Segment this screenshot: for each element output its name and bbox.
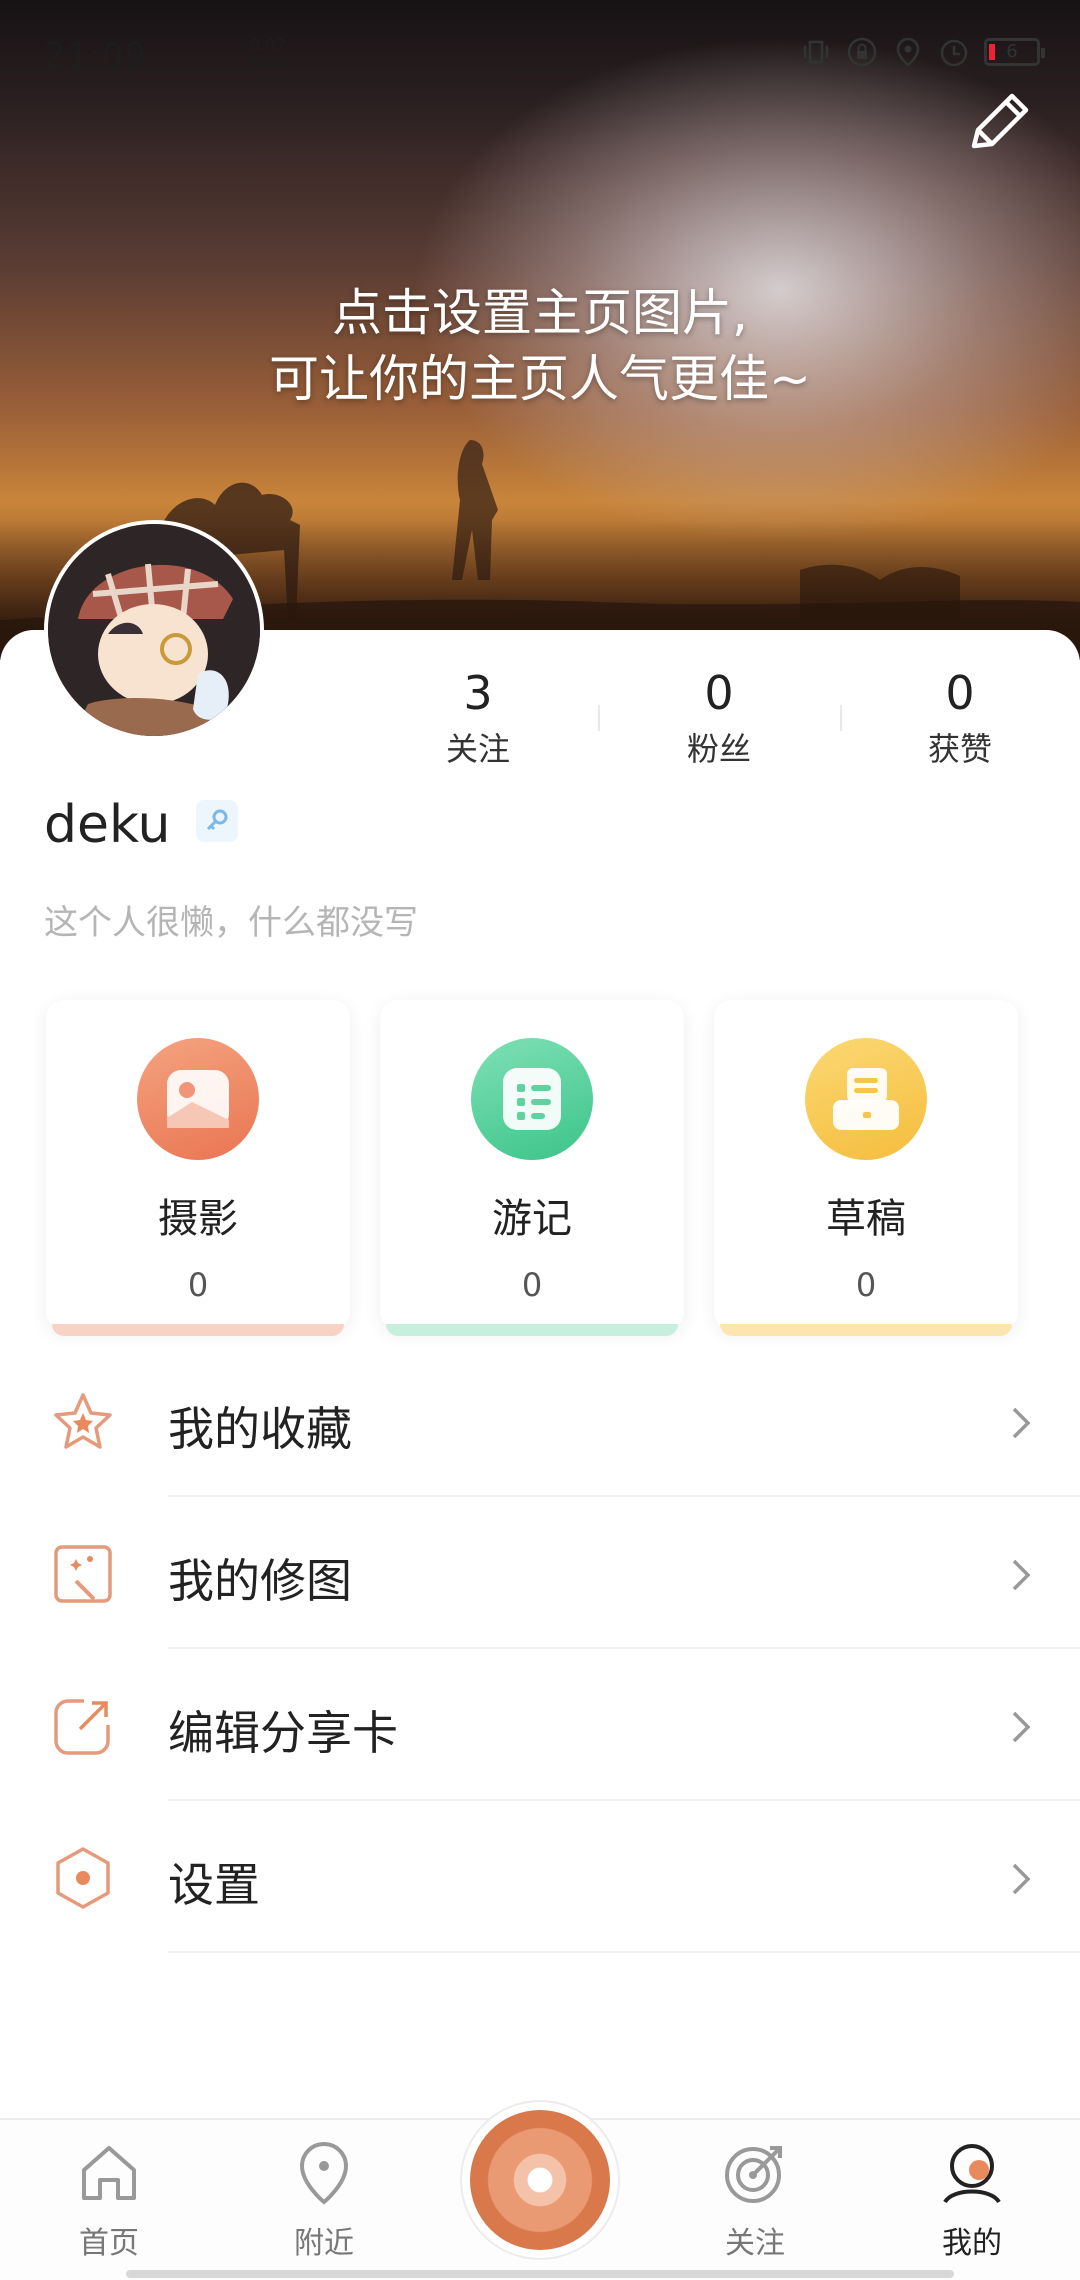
photo-icon [137,1038,259,1160]
category-card-drafts[interactable]: 草稿 0 [714,1000,1018,1336]
category-count: 0 [187,1266,209,1304]
stat-likes-label: 获赞 [927,730,992,768]
menu-label: 我的收藏 [168,1402,352,1456]
category-card-travel-notes[interactable]: 游记 0 [380,1000,684,1336]
vibrate-icon [803,40,829,64]
profile-icon [943,2144,1001,2204]
network-speed: 0.07 KB/S [250,36,287,70]
nav-label: 首页 [79,2226,139,2261]
category-title: 摄影 [158,1196,238,1242]
stat-fans-label: 粉丝 [686,730,751,768]
signal-icon: ᵢₗ ᵢₗ [160,40,187,70]
home-indicator [126,2270,954,2278]
stat-fans-value: 0 [704,666,734,720]
share-icon [54,1699,110,1755]
nav-label: 关注 [725,2226,785,2261]
target-icon [725,2146,782,2203]
bio: 这个人很懒，什么都没写 [44,903,418,943]
menu-item-share-card[interactable]: 编辑分享卡 [0,1649,1080,1801]
category-count: 0 [855,1266,877,1304]
nav-me[interactable]: 我的 [902,2138,1042,2262]
menu-item-favorites[interactable]: 我的收藏 [0,1345,1080,1497]
notes-icon [471,1038,593,1160]
verify-icon[interactable] [196,800,238,842]
nav-nearby[interactable]: 附近 [254,2138,394,2262]
cover-hint-line2: 可让你的主页人气更佳~ [269,350,811,408]
network-speed-unit: KB/S [250,52,288,71]
category-title: 游记 [492,1196,572,1242]
stat-fans[interactable]: 0 粉丝 [619,665,819,771]
edit-cover-icon[interactable] [960,86,1036,162]
nav-label: 附近 [294,2226,354,2261]
username: deku [44,795,171,855]
location-status-icon [896,37,920,67]
avatar[interactable] [44,520,264,740]
menu-item-settings[interactable]: 设置 [0,1801,1080,1953]
stat-following[interactable]: 3 关注 [378,665,578,771]
star-icon [54,1393,112,1449]
status-icons: 6 [800,36,1045,68]
category-accent-bar [720,1324,1012,1336]
chevron-right-icon [1012,1711,1031,1743]
menu-label: 编辑分享卡 [168,1706,398,1760]
publish-button[interactable] [470,2110,610,2250]
stat-likes-value: 0 [945,666,975,720]
home-icon [82,2146,136,2200]
status-time: 21:09 [44,36,147,76]
drafts-icon [805,1038,927,1160]
avatar-illustration [48,524,260,736]
category-accent-bar [52,1324,344,1336]
cover-hint-line1: 点击设置主页图片, [332,284,748,342]
category-card-photography[interactable]: 摄影 0 [46,1000,350,1336]
menu-label: 设置 [168,1858,260,1912]
menu-item-my-edits[interactable]: 我的修图 [0,1497,1080,1649]
alarm-icon [940,39,968,67]
battery-level: 6 [1006,41,1018,62]
category-accent-bar [386,1324,678,1336]
category-count: 0 [521,1266,543,1304]
stat-divider [840,705,842,731]
stat-following-value: 3 [463,666,493,720]
nav-label: 我的 [942,2226,1002,2261]
chevron-right-icon [1012,1863,1031,1895]
status-bar: 21:09 ᵢₗ ᵢₗ 0.07 KB/S 6 [0,0,1080,110]
lock-icon [847,37,877,67]
nav-home[interactable]: 首页 [39,2138,179,2262]
magic-wand-icon [54,1545,112,1603]
chevron-right-icon [1012,1559,1031,1591]
battery-icon: 6 [984,38,1045,66]
stat-following-label: 关注 [445,730,510,768]
location-icon [299,2141,349,2205]
nav-follow[interactable]: 关注 [685,2138,825,2262]
chevron-right-icon [1012,1407,1031,1439]
settings-icon [56,1847,110,1909]
category-title: 草稿 [826,1196,906,1242]
stat-divider [598,705,600,731]
divider [168,1951,1080,1953]
cover-hint: 点击设置主页图片, 可让你的主页人气更佳~ [0,280,1080,412]
menu-label: 我的修图 [168,1554,352,1608]
stat-likes[interactable]: 0 获赞 [860,665,1060,771]
